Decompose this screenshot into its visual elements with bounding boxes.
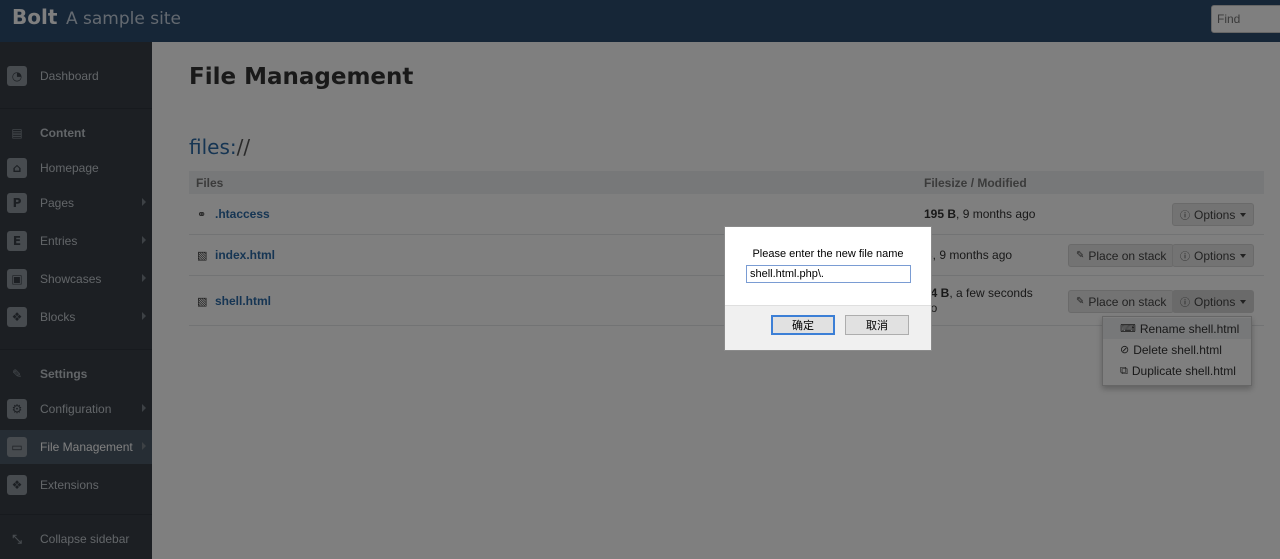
ok-button[interactable]: 确定: [771, 315, 835, 335]
rename-prompt-dialog: Please enter the new file name 确定 取消: [724, 226, 932, 351]
cancel-button[interactable]: 取消: [845, 315, 909, 335]
modal-overlay: [0, 0, 1280, 559]
new-filename-input[interactable]: [746, 265, 911, 283]
dialog-message: Please enter the new file name: [752, 248, 904, 260]
dialog-footer: 确定 取消: [725, 305, 931, 350]
